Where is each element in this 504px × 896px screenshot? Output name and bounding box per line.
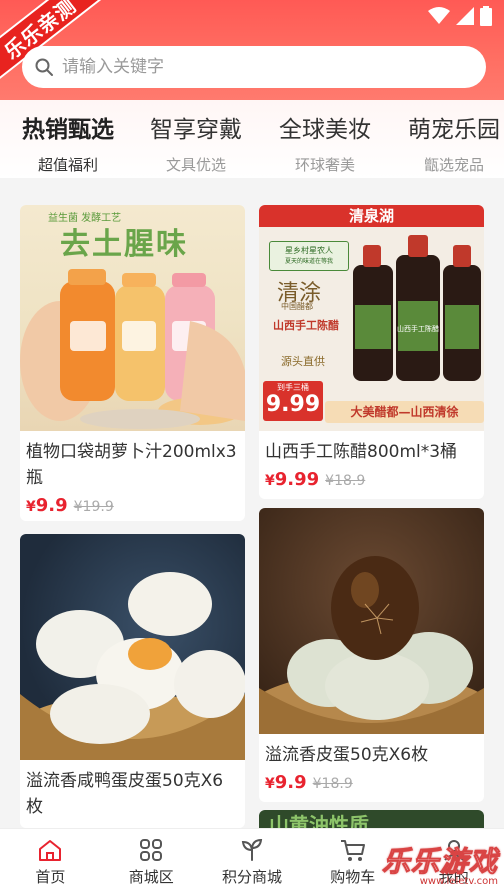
status-bar (428, 6, 492, 26)
product-image (20, 534, 245, 760)
search-icon (35, 58, 53, 76)
image-promo-price: 9.99 (265, 392, 321, 417)
product-card[interactable]: 益生菌 发酵工艺 去土腥味 植物口袋胡萝卜汁200mlx3瓶 ¥9.9 ¥19.… (20, 205, 245, 521)
product-card[interactable]: 溢流香咸鸭蛋皮蛋50克X6枚 (20, 534, 245, 828)
product-price: ¥9.9 (265, 772, 307, 793)
watermark-text: 乐乐游戏 (381, 845, 498, 879)
juice-bottles-illustration (20, 269, 245, 429)
tab-subtitle: 甑选宠品 (423, 156, 484, 174)
image-slogan-bar: 大美醋都—山西清徐 (325, 401, 484, 423)
tab-label: 首页 (35, 868, 66, 886)
search-input[interactable] (62, 57, 486, 77)
sprout-icon (241, 838, 263, 861)
image-label: 山西手工陈醋 (273, 319, 339, 332)
product-original-price: ¥18.9 (325, 473, 366, 489)
product-grid: 益生菌 发酵工艺 去土腥味 植物口袋胡萝卜汁200mlx3瓶 ¥9.9 ¥19.… (0, 178, 504, 840)
product-original-price: ¥19.9 (73, 499, 114, 515)
tab-wearables[interactable]: 智享穿戴 文具优选 (136, 110, 256, 175)
cart-icon (340, 840, 365, 861)
duck-eggs-illustration (20, 572, 245, 760)
tab-title: 萌宠乐园 (408, 117, 500, 143)
image-origin: 源头直供 (281, 355, 325, 368)
price-row: ¥9.99 ¥18.9 (259, 465, 484, 490)
tab-subtitle: 超值福利 (37, 156, 98, 174)
product-card[interactable]: 溢流香皮蛋50克X6枚 ¥9.9 ¥18.9 (259, 508, 484, 802)
product-name: 溢流香咸鸭蛋皮蛋50克X6枚 (26, 771, 224, 817)
home-icon (39, 840, 62, 861)
tab-label: 商城区 (128, 868, 174, 886)
grid-icon (140, 839, 163, 861)
header: 乐乐亲测 (0, 0, 504, 100)
tab-home[interactable]: 首页 (0, 829, 101, 896)
tab-subtitle: 文具优选 (165, 156, 226, 174)
product-original-price: ¥18.9 (312, 776, 353, 792)
watermark: 乐乐游戏 www.leletv.com (378, 840, 498, 892)
product-name: 植物口袋胡萝卜汁200mlx3瓶 (26, 442, 237, 488)
tab-subtitle: 环球奢美 (294, 156, 355, 174)
bottle-label-text: 山西手工陈醋 (397, 324, 439, 333)
image-top-banner: 清泉湖 (259, 205, 484, 227)
tab-points[interactable]: 积分商城 (202, 829, 303, 896)
tab-hot[interactable]: 热销甄选 超值福利 (8, 110, 128, 175)
product-price: ¥9.99 (265, 469, 320, 490)
price-row: ¥9.9 ¥18.9 (259, 768, 484, 793)
battery-icon (480, 6, 492, 26)
century-egg-illustration (259, 556, 484, 734)
product-name: 山西手工陈醋800ml*3桶 (265, 442, 458, 462)
wifi-icon (428, 7, 450, 24)
tab-label: 积分商城 (221, 868, 282, 886)
product-card[interactable]: 清泉湖 星乡村星农人 夏天的味道在等我 清涂 中国醋都 山西手工陈醋 源头直供 (259, 205, 484, 499)
tab-title: 智享穿戴 (150, 117, 242, 143)
search-bar[interactable] (22, 46, 486, 88)
product-price: ¥9.9 (26, 495, 68, 516)
image-headline: 去土腥味 (60, 227, 188, 262)
vinegar-bottles-illustration: 山西手工陈醋 (353, 235, 481, 381)
image-tag: 星乡村星农人 夏天的味道在等我 (269, 241, 349, 271)
price-row: ¥9.9 ¥19.9 (20, 491, 245, 516)
tab-label: 购物车 (330, 868, 376, 886)
product-image: 清泉湖 星乡村星农人 夏天的味道在等我 清涂 中国醋都 山西手工陈醋 源头直供 (259, 205, 484, 431)
product-name: 溢流香皮蛋50克X6枚 (265, 745, 429, 765)
image-slogan: 大美醋都—山西清徐 (350, 405, 459, 419)
product-image: 益生菌 发酵工艺 去土腥味 (20, 205, 245, 431)
image-brand-text: 清泉湖 (348, 207, 394, 225)
image-sub: 中国醋都 (281, 302, 313, 311)
signal-icon (456, 7, 474, 25)
product-image (259, 508, 484, 734)
tab-title: 全球美妆 (279, 117, 371, 143)
tab-pets[interactable]: 萌宠乐园 甑选宠品 (394, 110, 504, 175)
image-promo-box: 到手三桶 9.99 (263, 381, 323, 421)
tab-beauty[interactable]: 全球美妆 环球奢美 (265, 110, 385, 175)
tab-mall[interactable]: 商城区 (101, 829, 202, 896)
tab-title: 热销甄选 (22, 117, 114, 143)
category-tabs: 热销甄选 超值福利 智享穿戴 文具优选 全球美妆 环球奢美 萌宠乐园 甑选宠品 (0, 100, 504, 178)
